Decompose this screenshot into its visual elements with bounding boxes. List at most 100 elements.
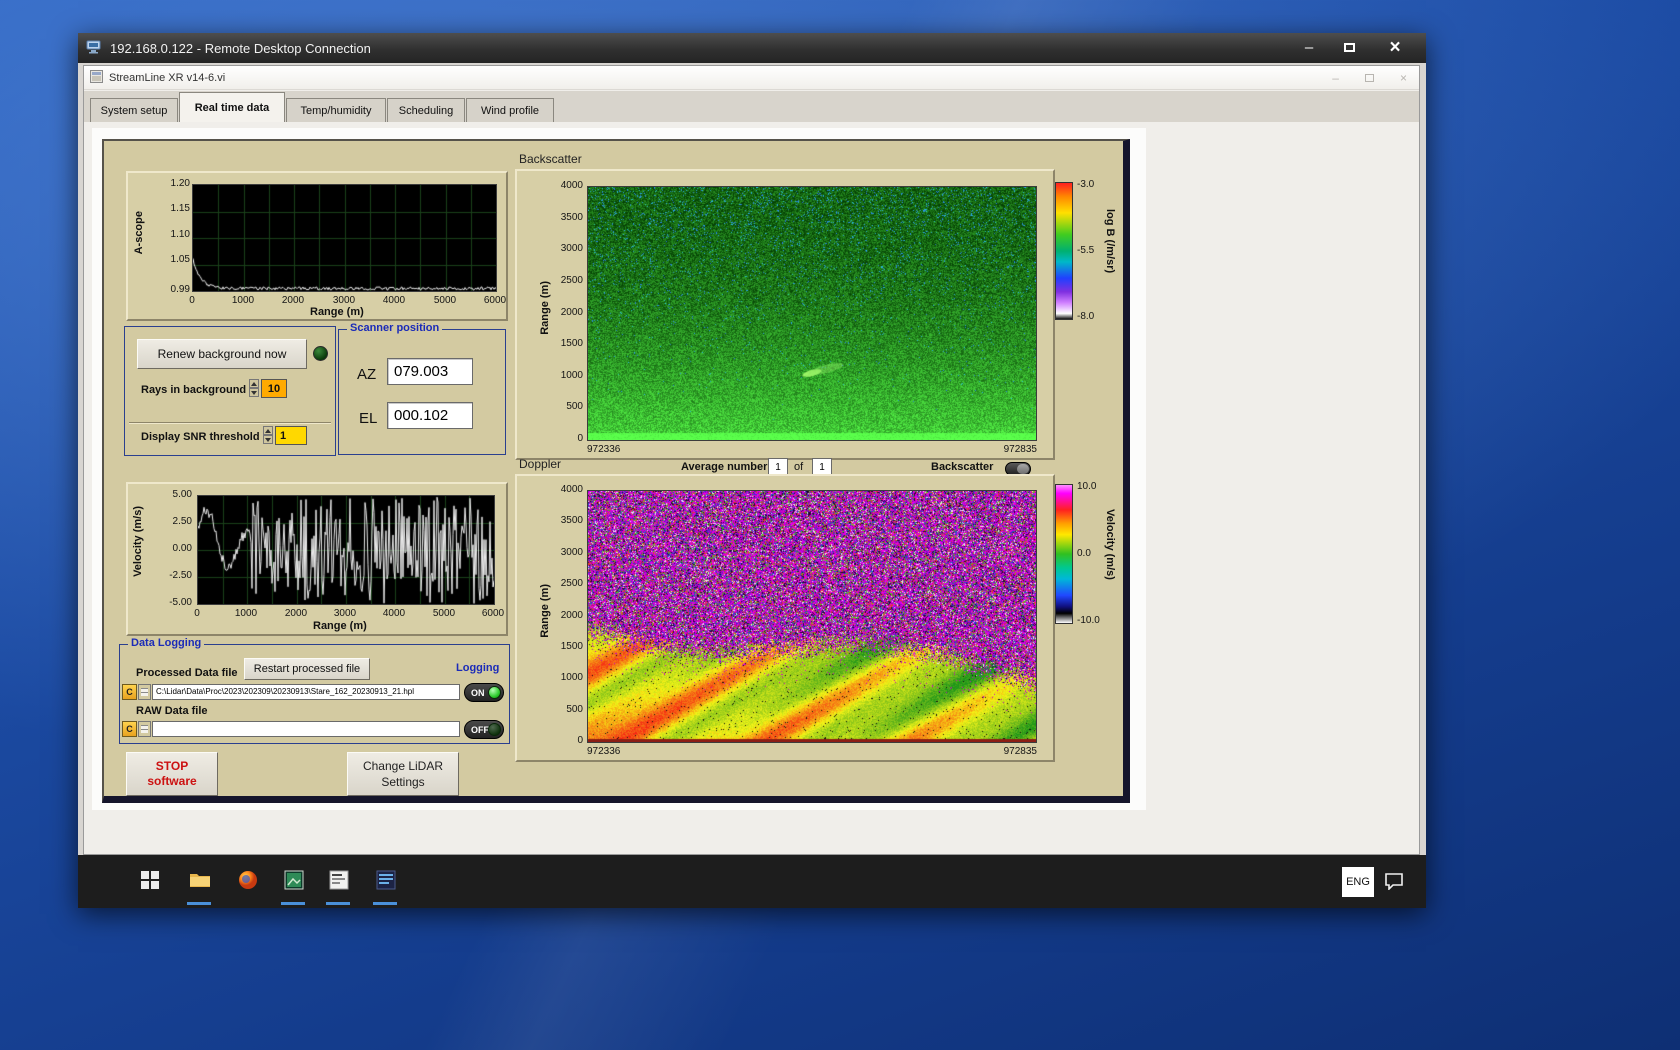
doppler-heatmap <box>587 490 1037 743</box>
doppler-graph-frame: Range (m) 4000 3500 3000 2500 2000 1500 … <box>515 474 1055 762</box>
group-divider <box>129 422 331 424</box>
doppler-cbar-tick: 10.0 <box>1077 481 1097 492</box>
remote-taskbar: ENG <box>78 855 1426 908</box>
processed-path-field[interactable]: C:\Lidar\Data\Proc\2023\202309\20230913\… <box>152 684 460 700</box>
ascope-ytick: 1.15 <box>170 203 190 214</box>
ascope-xtick: 2000 <box>281 295 305 306</box>
change-lidar-settings-button[interactable]: Change LiDAR Settings <box>347 752 459 796</box>
spinner-up-icon[interactable] <box>263 426 273 435</box>
stop-software-button[interactable]: STOP software <box>126 752 218 796</box>
taskbar-active-indicator <box>373 902 397 905</box>
snr-value-box[interactable]: 1 <box>275 426 307 445</box>
doppler-cbar-label: Velocity (m/s) <box>1104 509 1116 580</box>
velocity-xtick: 1000 <box>234 608 258 619</box>
doppler-ytick: 1000 <box>560 672 583 683</box>
rdp-close-button[interactable]: × <box>1372 36 1418 59</box>
velocity-xtick: 5000 <box>432 608 456 619</box>
az-label: AZ <box>357 366 377 383</box>
velocity-ytick: 0.00 <box>172 543 192 554</box>
logging-label: Logging <box>456 662 500 674</box>
rays-spinner[interactable] <box>249 379 259 398</box>
spinner-down-icon[interactable] <box>263 435 273 444</box>
backscatter-cbar-label: log B (/m/sr) <box>1104 209 1116 274</box>
app-close-button[interactable]: × <box>1400 71 1407 85</box>
velocity-graph-frame: Velocity (m/s) 5.00 2.50 0.00 -2.50 -5.0… <box>126 482 508 636</box>
app-minimize-button[interactable]: – <box>1332 71 1339 85</box>
processed-drive-button[interactable]: C <box>122 684 137 700</box>
el-value-field: 000.102 <box>387 402 473 429</box>
ascope-ytick: 1.10 <box>170 229 190 240</box>
backscatter-x-start: 972336 <box>587 444 621 455</box>
rdp-minimize-button[interactable]: – <box>1292 36 1326 59</box>
doppler-title: Doppler <box>519 457 562 471</box>
doppler-x-start: 972336 <box>587 746 621 757</box>
raw-path-field[interactable] <box>152 721 460 737</box>
backscatter-graph-frame: Range (m) 4000 3500 3000 2500 2000 1500 … <box>515 169 1055 460</box>
backscatter-colorbar <box>1055 182 1073 320</box>
velocity-ytick: 2.50 <box>172 516 192 527</box>
scan-scheduler-button[interactable] <box>327 868 351 892</box>
logging-off-lamp <box>488 723 501 736</box>
processed-data-file-label: Processed Data file <box>136 667 238 679</box>
document-app-button[interactable] <box>374 868 398 892</box>
spinner-up-icon[interactable] <box>249 379 259 388</box>
velocity-ytick: -5.00 <box>169 597 192 608</box>
velocity-xtick: 2000 <box>284 608 308 619</box>
snr-threshold-label: Display SNR threshold <box>141 431 260 443</box>
renew-background-button[interactable]: Renew background now <box>137 339 307 369</box>
doppler-ytick: 3000 <box>560 547 583 558</box>
raw-logging-toggle[interactable]: OFF <box>464 720 504 739</box>
rays-value-box[interactable]: 10 <box>261 379 287 398</box>
image-icon <box>284 870 304 890</box>
raw-drive-button[interactable]: C <box>122 721 137 737</box>
velocity-ytick: -2.50 <box>169 570 192 581</box>
file-explorer-button[interactable] <box>188 868 212 892</box>
app-maximize-button[interactable] <box>1364 74 1374 82</box>
tab-wind-profile[interactable]: Wind profile <box>466 98 554 122</box>
close-icon: × <box>1389 36 1401 58</box>
chat-bubble-icon <box>1385 873 1403 891</box>
scanner-position-group: Scanner position AZ 079.003 EL 000.102 <box>338 322 506 455</box>
backscatter-ytick: 0 <box>577 433 583 444</box>
data-logging-group: Data Logging Processed Data file Restart… <box>119 637 510 744</box>
processed-logging-toggle[interactable]: ON <box>464 683 504 702</box>
doppler-x-end: 972835 <box>1003 746 1037 757</box>
restart-processed-file-button[interactable]: Restart processed file <box>244 658 370 680</box>
app-titlebar[interactable]: StreamLine XR v14-6.vi – × <box>84 66 1419 90</box>
rdp-maximize-button[interactable] <box>1332 36 1366 59</box>
doppler-ytick: 1500 <box>560 641 583 652</box>
ascope-ytick: 1.05 <box>170 254 190 265</box>
ascope-xtick: 1000 <box>231 295 255 306</box>
streamline-app-window: StreamLine XR v14-6.vi – × System setup … <box>83 65 1420 855</box>
processed-browse-button[interactable] <box>138 684 151 700</box>
tab-real-time-data[interactable]: Real time data <box>179 92 285 122</box>
renew-background-led <box>313 346 328 361</box>
spinner-down-icon[interactable] <box>249 388 259 397</box>
tab-temp-humidity[interactable]: Temp/humidity <box>286 98 386 122</box>
backscatter-x-end: 972835 <box>1003 444 1037 455</box>
tab-system-setup[interactable]: System setup <box>90 98 178 122</box>
backscatter-ytick: 2000 <box>560 307 583 318</box>
taskbar-active-indicator <box>281 902 305 905</box>
velocity-xtick: 4000 <box>382 608 406 619</box>
image-viewer-button[interactable] <box>282 868 306 892</box>
language-indicator[interactable]: ENG <box>1342 867 1374 897</box>
backscatter-ytick: 2500 <box>560 275 583 286</box>
start-button[interactable] <box>138 868 162 892</box>
logging-on-lamp <box>488 686 501 699</box>
notification-chat-button[interactable] <box>1384 872 1404 895</box>
doppler-heatmap-canvas <box>588 491 1036 742</box>
velocity-xtick: 6000 <box>481 608 505 619</box>
firefox-button[interactable] <box>236 868 260 892</box>
ascope-xtick: 4000 <box>382 295 406 306</box>
doppler-ytick: 0 <box>577 735 583 746</box>
rdp-titlebar[interactable]: 192.168.0.122 - Remote Desktop Connectio… <box>78 33 1426 63</box>
backscatter-cbar-tick: -3.0 <box>1077 179 1095 190</box>
backscatter-ytick: 3500 <box>560 212 583 223</box>
firefox-icon <box>239 871 257 889</box>
tab-scheduling[interactable]: Scheduling <box>387 98 465 122</box>
az-value-field: 079.003 <box>387 358 473 385</box>
snr-spinner[interactable] <box>263 426 273 445</box>
raw-browse-button[interactable] <box>138 721 151 737</box>
doppler-ytick: 3500 <box>560 515 583 526</box>
